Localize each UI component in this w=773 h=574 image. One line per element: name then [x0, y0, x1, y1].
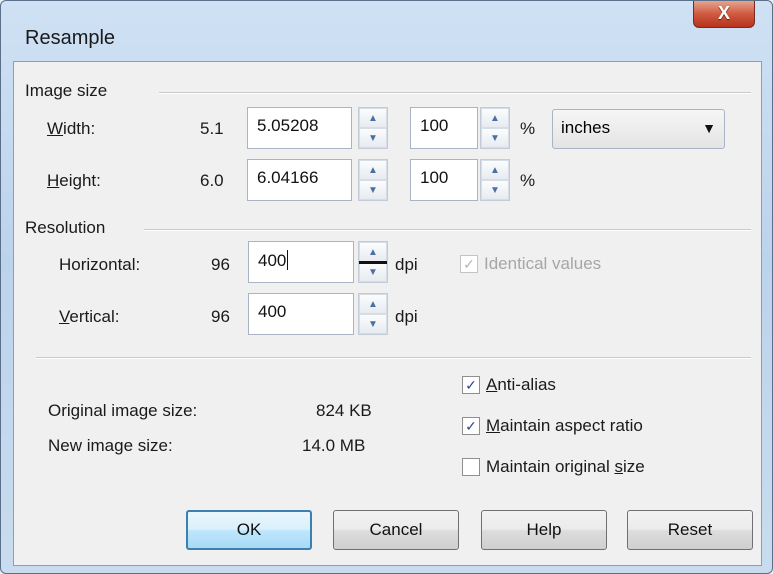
spin-up-icon[interactable]: ▲ [481, 108, 509, 128]
height-original-value: 6.0 [200, 171, 224, 190]
horizontal-original-value: 96 [211, 255, 230, 274]
width-input[interactable]: 5.05208 [247, 107, 352, 149]
width-percent-spinner[interactable]: ▲ ▼ [480, 107, 510, 149]
vertical-dpi-input[interactable]: 400 [248, 293, 354, 335]
text-caret [287, 250, 289, 270]
width-original-value: 5.1 [200, 119, 224, 138]
reset-button[interactable]: Reset [627, 510, 753, 550]
spin-down-icon[interactable]: ▼ [359, 128, 387, 148]
original-image-size-label: Original image size: [48, 401, 198, 420]
close-button[interactable]: X [693, 1, 755, 28]
spin-down-icon[interactable]: ▼ [359, 314, 387, 334]
horizontal-dpi-unit: dpi [395, 255, 418, 274]
height-label: Height: [47, 171, 101, 190]
horizontal-dpi-input[interactable]: 400 [248, 241, 354, 283]
spin-down-icon[interactable]: ▼ [481, 180, 509, 200]
resample-dialog: Resample X Image size Width: 5.1 5.05208… [0, 0, 773, 574]
horizontal-dpi-spinner[interactable]: ▲ ▼ [358, 241, 388, 283]
window-title: Resample [25, 27, 116, 49]
maintain-aspect-ratio-checkbox[interactable]: ✓ [462, 417, 480, 435]
maintain-aspect-ratio-label: Maintain aspect ratio [486, 416, 643, 435]
dialog-body: Image size Width: 5.1 5.05208 ▲ ▼ 100 ▲ … [13, 61, 762, 566]
width-spinner[interactable]: ▲ ▼ [358, 107, 388, 149]
height-percent-spinner[interactable]: ▲ ▼ [480, 159, 510, 201]
height-spinner[interactable]: ▲ ▼ [358, 159, 388, 201]
spin-up-icon[interactable]: ▲ [481, 160, 509, 180]
spin-up-icon[interactable]: ▲ [359, 294, 387, 314]
vertical-label: Vertical: [59, 307, 120, 326]
anti-alias-checkbox[interactable]: ✓ [462, 376, 480, 394]
new-image-size-value: 14.0 MB [302, 436, 366, 455]
original-image-size-value: 824 KB [316, 401, 372, 420]
spin-down-icon[interactable]: ▼ [481, 128, 509, 148]
options-divider [36, 357, 751, 359]
vertical-dpi-spinner[interactable]: ▲ ▼ [358, 293, 388, 335]
height-input[interactable]: 6.04166 [247, 159, 352, 201]
width-percent-input[interactable]: 100 [410, 107, 478, 149]
spinner-focus-bar [359, 261, 387, 264]
vertical-dpi-unit: dpi [395, 307, 418, 326]
spin-up-icon[interactable]: ▲ [359, 242, 387, 262]
spin-down-icon[interactable]: ▼ [359, 180, 387, 200]
ok-button[interactable]: OK [186, 510, 312, 550]
close-icon: X [717, 3, 730, 23]
units-dropdown[interactable]: inches ▼ [552, 109, 725, 149]
image-size-divider [159, 92, 751, 94]
width-percent-sign: % [520, 119, 536, 138]
horizontal-dpi-value: 400 [258, 251, 287, 270]
help-button[interactable]: Help [481, 510, 607, 550]
height-percent-input[interactable]: 100 [410, 159, 478, 201]
image-size-section-label: Image size [25, 81, 108, 100]
anti-alias-label: Anti-alias [486, 375, 556, 394]
identical-values-label: Identical values [484, 254, 602, 273]
units-selected-value: inches [561, 118, 611, 137]
new-image-size-label: New image size: [48, 436, 173, 455]
chevron-down-icon: ▼ [702, 120, 716, 136]
resolution-section-label: Resolution [25, 218, 106, 237]
horizontal-label: Horizontal: [59, 255, 141, 274]
cancel-button[interactable]: Cancel [333, 510, 459, 550]
width-label: Width: [47, 119, 96, 138]
height-percent-sign: % [520, 171, 536, 190]
identical-values-checkbox[interactable]: ✓ [460, 255, 478, 273]
spin-down-icon[interactable]: ▼ [359, 262, 387, 282]
maintain-original-size-label: Maintain original size [486, 457, 645, 476]
title-bar[interactable]: Resample X [1, 1, 772, 51]
resolution-divider [144, 229, 751, 231]
vertical-original-value: 96 [211, 307, 230, 326]
maintain-original-size-checkbox[interactable] [462, 458, 480, 476]
spin-up-icon[interactable]: ▲ [359, 160, 387, 180]
spin-up-icon[interactable]: ▲ [359, 108, 387, 128]
